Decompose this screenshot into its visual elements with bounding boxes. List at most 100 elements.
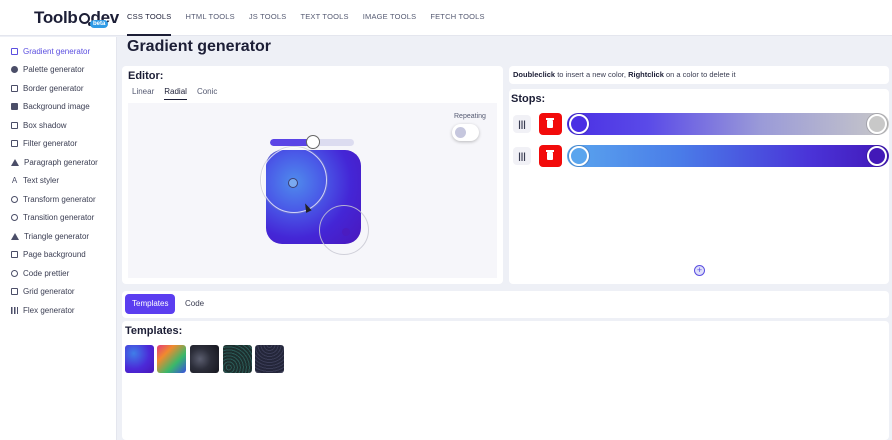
sidebar-item-text-styler[interactable]: A Text styler (0, 172, 116, 191)
border-icon (11, 84, 18, 92)
stop-row: ||| (513, 113, 889, 135)
sidebar-item-label: Page background (23, 250, 86, 260)
sidebar-item-label: Box shadow (23, 120, 67, 130)
sidebar-item-label: Grid generator (23, 287, 75, 297)
sidebar-item-label: Flex generator (23, 305, 75, 315)
page-background-icon (11, 251, 18, 259)
hint-rightclick: Rightclick (628, 70, 664, 79)
sidebar-item-transform-generator[interactable]: Transform generator (0, 190, 116, 209)
sidebar-item-border-generator[interactable]: Border generator (0, 79, 116, 98)
text-icon: A (11, 176, 18, 186)
sidebar-item-label: Palette generator (23, 65, 85, 75)
box-shadow-icon (11, 121, 18, 129)
stop-end-handle[interactable] (867, 114, 887, 134)
tab-radial[interactable]: Radial (164, 87, 187, 100)
delete-stop-button[interactable] (539, 113, 562, 135)
tab-linear[interactable]: Linear (132, 87, 154, 100)
tab-code[interactable]: Code (178, 294, 211, 314)
stop-end-handle[interactable] (867, 146, 887, 166)
top-tab-html-tools[interactable]: HTML TOOLS (185, 0, 234, 36)
drag-handle-icon[interactable]: ||| (513, 115, 531, 133)
repeating-label: Repeating (454, 113, 486, 120)
editor-panel: Editor: Linear Radial Conic Repeating (122, 66, 503, 284)
repeating-toggle[interactable] (452, 124, 479, 141)
template-teal-rings[interactable] (223, 345, 252, 373)
logo-o-icon (78, 13, 92, 26)
add-stop-icon[interactable]: + (694, 265, 705, 276)
sidebar-item-transition-generator[interactable]: Transition generator (0, 209, 116, 228)
stops-hint: Doubleclick to insert a new color, Right… (509, 66, 889, 84)
top-tab-fetch-tools[interactable]: FETCH TOOLS (430, 0, 484, 36)
hint-text-1: to insert a new color, (555, 70, 629, 79)
sidebar-item-label: Filter generator (23, 139, 78, 149)
stop-gradient-bar[interactable] (567, 113, 889, 135)
stops-panel: Stops: ||| ||| + (509, 89, 889, 284)
sidebar-item-page-background[interactable]: Page background (0, 246, 116, 265)
template-dark-rings[interactable] (255, 345, 284, 373)
sidebar-item-label: Paragraph generator (24, 157, 98, 167)
sidebar-item-background-image[interactable]: Background image (0, 98, 116, 117)
templates-title: Templates: (125, 325, 183, 337)
flex-icon (11, 306, 18, 314)
gradient-end-handle[interactable] (342, 228, 350, 236)
logo-prefix: Toolb (34, 8, 78, 27)
gradient-type-tabs: Linear Radial Conic (132, 87, 217, 100)
editor-title: Editor: (128, 70, 164, 82)
template-radial-blue[interactable] (125, 345, 154, 373)
beta-badge: beta (90, 20, 109, 28)
code-icon (11, 269, 18, 277)
sidebar-item-flex-generator[interactable]: Flex generator (0, 301, 116, 320)
drag-handle-icon[interactable]: ||| (513, 147, 531, 165)
filter-icon (11, 140, 18, 148)
sidebar-item-code-prettier[interactable]: Code prettier (0, 264, 116, 283)
sidebar-item-label: Background image (23, 102, 90, 112)
stops-title: Stops: (511, 93, 546, 105)
top-bar: Toolb dev beta CSS TOOLS HTML TOOLS JS TO… (0, 0, 892, 36)
template-dark-radial[interactable] (190, 345, 219, 373)
stop-gradient-bar[interactable] (567, 145, 889, 167)
top-tab-image-tools[interactable]: IMAGE TOOLS (363, 0, 417, 36)
paragraph-icon (11, 158, 19, 166)
delete-stop-button[interactable] (539, 145, 562, 167)
page-title: Gradient generator (127, 38, 272, 55)
top-tab-text-tools[interactable]: TEXT TOOLS (300, 0, 348, 36)
sidebar-item-paragraph-generator[interactable]: Paragraph generator (0, 153, 116, 172)
sidebar-item-label: Border generator (23, 83, 84, 93)
hint-text-2: on a color to delete it (663, 70, 736, 79)
sidebar: Gradient generator Palette generator Bor… (0, 37, 117, 440)
top-nav: CSS TOOLS HTML TOOLS JS TOOLS TEXT TOOLS… (127, 0, 485, 36)
image-icon (11, 103, 18, 111)
sidebar-item-label: Triangle generator (24, 231, 90, 241)
slider-thumb[interactable] (306, 135, 320, 149)
gradient-canvas[interactable]: Repeating (128, 103, 497, 278)
sidebar-item-box-shadow[interactable]: Box shadow (0, 116, 116, 135)
sidebar-item-triangle-generator[interactable]: Triangle generator (0, 227, 116, 246)
palette-icon (11, 66, 18, 74)
transition-icon (11, 214, 18, 222)
triangle-icon (11, 232, 19, 240)
tab-conic[interactable]: Conic (197, 87, 217, 100)
sidebar-item-label: Transition generator (23, 213, 95, 223)
transform-icon (11, 195, 18, 203)
toggle-knob (455, 127, 466, 138)
bottom-tabs: Templates Code (122, 291, 889, 318)
gradient-start-handle[interactable] (288, 178, 298, 188)
template-rainbow[interactable] (157, 345, 186, 373)
stop-start-handle[interactable] (569, 146, 589, 166)
top-tab-css-tools[interactable]: CSS TOOLS (127, 0, 172, 36)
sidebar-item-label: Transform generator (23, 194, 96, 204)
top-tab-js-tools[interactable]: JS TOOLS (249, 0, 287, 36)
grid-icon (11, 288, 18, 296)
tab-templates[interactable]: Templates (125, 294, 176, 314)
stop-start-handle[interactable] (569, 114, 589, 134)
templates-panel: Templates: (122, 321, 889, 440)
sidebar-item-label: Text styler (23, 176, 60, 186)
hint-doubleclick: Doubleclick (513, 70, 556, 79)
sidebar-item-palette-generator[interactable]: Palette generator (0, 61, 116, 80)
stop-row: ||| (513, 145, 889, 167)
sidebar-item-gradient-generator[interactable]: Gradient generator (0, 42, 116, 61)
gradient-icon (11, 47, 18, 55)
sidebar-item-grid-generator[interactable]: Grid generator (0, 283, 116, 302)
sidebar-item-filter-generator[interactable]: Filter generator (0, 135, 116, 154)
sidebar-item-label: Code prettier (23, 268, 70, 278)
